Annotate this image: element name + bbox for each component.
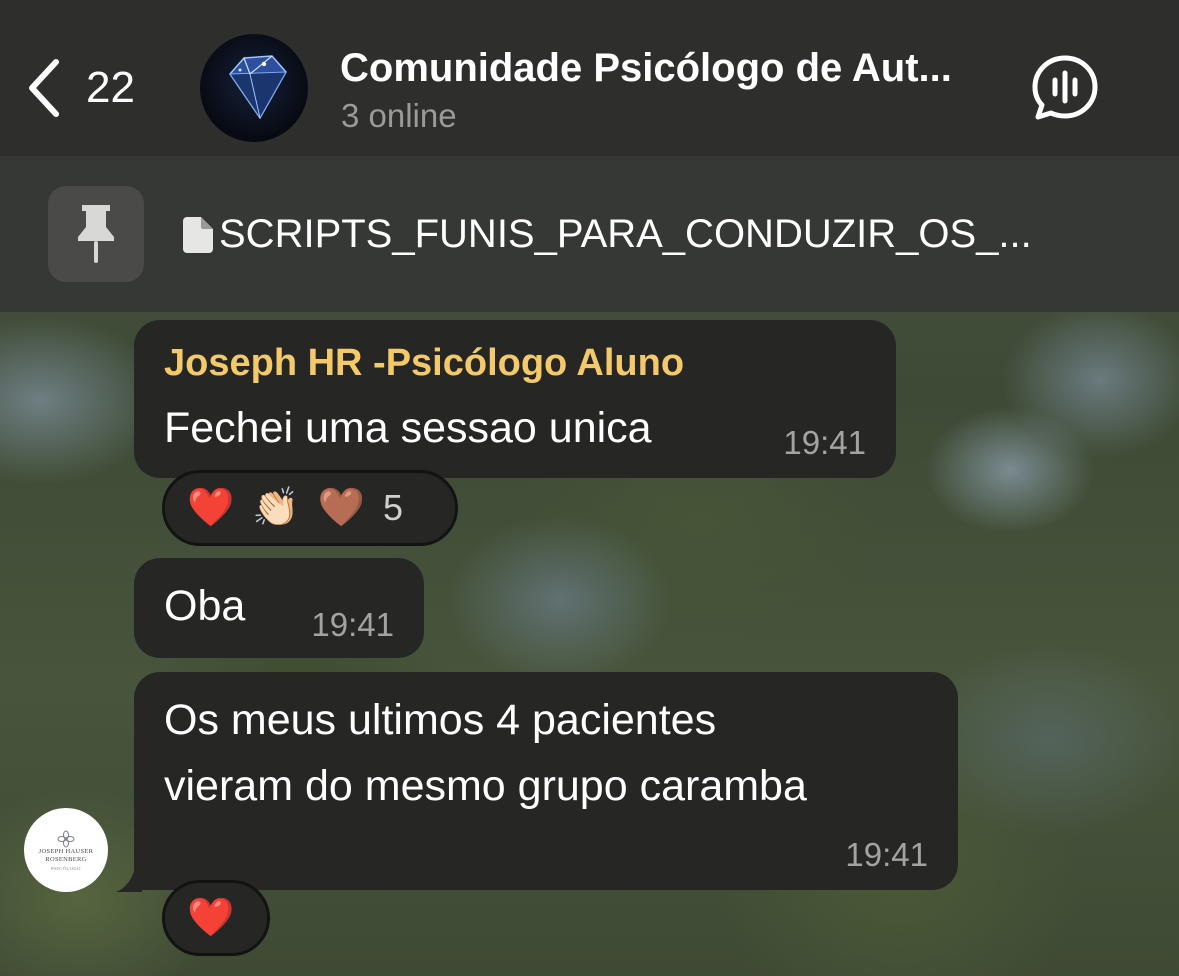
message-time: 19:41 (783, 424, 866, 461)
sender-avatar[interactable]: JOSEPH HAUSER ROSENBERG PSICÓLOGO (24, 808, 108, 892)
chat-title[interactable]: Comunidade Psicólogo de Aut... (340, 46, 1000, 91)
chevron-left-icon (29, 59, 59, 117)
voice-chat-icon (1032, 55, 1098, 120)
message-text: Oba (164, 582, 246, 630)
message-bubble[interactable]: Joseph HR -Psicólogo Aluno Fechei uma se… (134, 320, 896, 478)
clapping-hands-reaction-icon[interactable]: 👏🏻 (252, 486, 299, 530)
reactions-bar[interactable]: ❤️ 👏🏻 🤎 5 (162, 470, 458, 546)
avatar-name: JOSEPH HAUSER ROSENBERG (38, 847, 94, 863)
pin-icon (78, 205, 114, 263)
group-avatar[interactable] (200, 34, 308, 142)
sender-name[interactable]: Joseph HR -Psicólogo Aluno (164, 342, 684, 385)
pinned-file-name: SCRIPTS_FUNIS_PARA_CONDUZIR_OS_... (219, 212, 1032, 256)
voice-chat-button[interactable] (1030, 53, 1100, 123)
online-status: 3 online (341, 97, 457, 134)
message-text-line: Os meus ultimos 4 pacientes (164, 696, 717, 744)
unread-count: 22 (86, 63, 135, 112)
brown-heart-reaction-icon[interactable]: 🤎 (318, 486, 365, 530)
message-time: 19:41 (311, 606, 394, 643)
message-time: 19:41 (845, 836, 928, 873)
flower-logo-icon (57, 830, 75, 847)
avatar-subtitle: PSICÓLOGO (51, 865, 81, 871)
heart-reaction-icon[interactable]: ❤️ (187, 896, 234, 940)
diamond-icon (229, 55, 287, 120)
back-button[interactable]: 22 (24, 56, 135, 120)
pinned-messages-button[interactable] (48, 186, 144, 282)
message-text-line: vieram do mesmo grupo caramba (164, 762, 807, 810)
reactions-bar[interactable]: ❤️ (162, 880, 270, 956)
heart-reaction-icon[interactable]: ❤️ (187, 486, 234, 530)
message-text: Fechei uma sessao unica (164, 404, 652, 452)
file-icon (183, 216, 213, 253)
reaction-count: 5 (382, 487, 404, 528)
pinned-message-preview[interactable]: SCRIPTS_FUNIS_PARA_CONDUZIR_OS_... (183, 212, 1113, 257)
message-bubble[interactable]: Oba 19:41 (134, 558, 424, 658)
message-bubble[interactable]: Os meus ultimos 4 pacientes vieram do me… (134, 672, 958, 890)
chat-header: 22 Comunidade Psicólogo de Aut... 3 onli… (0, 0, 1179, 156)
